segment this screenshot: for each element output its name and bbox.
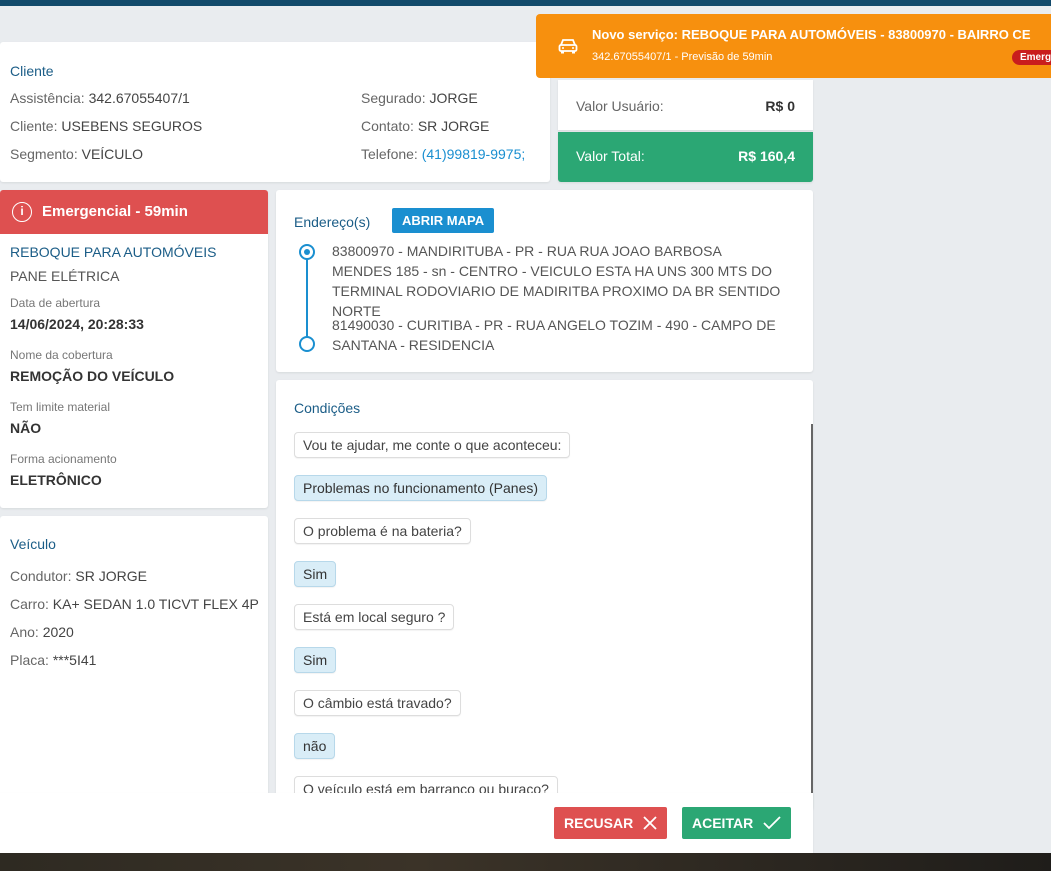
emergency-badge: Emerg xyxy=(1012,50,1051,65)
placa-row: Placa: ***5I41 xyxy=(10,652,97,668)
assistencia-value: 342.67055407/1 xyxy=(88,90,190,106)
ano-value: 2020 xyxy=(42,624,74,640)
top-bar xyxy=(0,0,1051,6)
reject-label: RECUSAR xyxy=(564,815,634,831)
service-panel: i Emergencial - 59min REBOQUE PARA AUTOM… xyxy=(0,190,268,508)
segmento-value: VEÍCULO xyxy=(81,146,144,162)
destination-address: 81490030 - CURITIBA - PR - RUA ANGELO TO… xyxy=(332,317,776,353)
answer-item: Sim xyxy=(294,561,337,587)
segurado-value: JORGE xyxy=(429,90,478,106)
question-item: O câmbio está travado? xyxy=(294,690,461,716)
cobertura-label: Nome da cobertura xyxy=(10,348,113,362)
contato-row: Contato: SR JORGE xyxy=(361,118,490,134)
info-icon: i xyxy=(12,202,32,222)
valor-usuario-value: R$ 0 xyxy=(765,98,795,114)
route-line xyxy=(306,252,308,342)
cobertura-value: REMOÇÃO DO VEÍCULO xyxy=(10,368,175,384)
condutor-row: Condutor: SR JORGE xyxy=(10,568,147,584)
open-map-button[interactable]: ABRIR MAPA xyxy=(392,208,495,233)
data-abertura-value: 14/06/2024, 20:28:33 xyxy=(10,316,144,332)
veiculo-title: Veículo xyxy=(10,536,56,552)
cliente-value: USEBENS SEGUROS xyxy=(61,118,203,134)
condicoes-panel[interactable]: Condições Vou te ajudar, me conte o que … xyxy=(276,380,813,810)
segmento-row: Segmento: VEÍCULO xyxy=(10,146,144,162)
question-item: O problema é na bateria? xyxy=(294,518,471,544)
question-item: Está em local seguro ? xyxy=(294,604,455,630)
valor-usuario-label: Valor Usuário: xyxy=(576,98,664,114)
question-item: Vou te ajudar, me conte o que aconteceu: xyxy=(294,432,571,458)
check-icon xyxy=(763,816,781,830)
service-problem: PANE ELÉTRICA xyxy=(10,268,120,284)
answer-item: não xyxy=(294,733,336,759)
answer-item: Sim xyxy=(294,647,337,673)
scrollbar[interactable] xyxy=(811,424,813,796)
telefone-link[interactable]: (41)99819-9975; xyxy=(422,146,526,162)
ano-row: Ano: 2020 xyxy=(10,624,74,640)
valor-total-label: Valor Total: xyxy=(576,148,645,164)
reject-button[interactable]: RECUSAR xyxy=(554,807,668,839)
condutor-value: SR JORGE xyxy=(75,568,147,584)
endereco-title: Endereço(s) xyxy=(294,214,371,230)
new-service-toast[interactable]: Novo serviço: REBOQUE PARA AUTOMÓVEIS - … xyxy=(536,14,1051,78)
valor-total-box: Valor Total: R$ 160,4 xyxy=(558,132,813,182)
carro-value: KA+ SEDAN 1.0 TICVT FLEX 4P xyxy=(52,596,259,612)
cliente-row: Cliente: USEBENS SEGUROS xyxy=(10,118,203,134)
contato-value: SR JORGE xyxy=(417,118,490,134)
toast-subtitle: 342.67055407/1 - Previsão de 59min xyxy=(592,51,773,63)
background-strip xyxy=(0,853,1051,871)
action-footer: RECUSAR ACEITAR xyxy=(0,793,813,853)
toast-title: Novo serviço: REBOQUE PARA AUTOMÓVEIS - … xyxy=(592,27,1031,42)
limite-value: NÃO xyxy=(10,420,42,436)
service-name: REBOQUE PARA AUTOMÓVEIS xyxy=(10,244,217,260)
destination-marker-icon xyxy=(299,336,315,352)
cliente-panel: Cliente Assistência: 342.67055407/1 Clie… xyxy=(0,42,550,182)
condicoes-title: Condições xyxy=(294,400,361,416)
telefone-row: Telefone: (41)99819-9975; xyxy=(361,146,526,162)
data-abertura-label: Data de abertura xyxy=(10,296,101,310)
valor-usuario-box: Valor Usuário: R$ 0 xyxy=(558,80,813,130)
carro-row: Carro: KA+ SEDAN 1.0 TICVT FLEX 4P xyxy=(10,596,259,612)
forma-label: Forma acionamento xyxy=(10,452,117,466)
limite-label: Tem limite material xyxy=(10,400,111,414)
service-header: i Emergencial - 59min xyxy=(0,190,268,234)
cliente-title: Cliente xyxy=(10,63,54,79)
placa-value: ***5I41 xyxy=(52,652,97,668)
close-icon xyxy=(643,816,657,830)
origin-address: 83800970 - MANDIRITUBA - PR - RUA RUA JO… xyxy=(332,243,781,319)
answer-item: Problemas no funcionamento (Panes) xyxy=(294,475,548,501)
assistencia-row: Assistência: 342.67055407/1 xyxy=(10,90,190,106)
valor-total-value: R$ 160,4 xyxy=(738,148,795,164)
endereco-panel: Endereço(s) ABRIR MAPA 83800970 - MANDIR… xyxy=(276,190,813,372)
forma-value: ELETRÔNICO xyxy=(10,472,102,488)
car-icon xyxy=(558,38,578,57)
accept-label: ACEITAR xyxy=(692,815,754,831)
origin-marker-icon xyxy=(299,244,315,260)
veiculo-panel: Veículo Condutor: SR JORGE Carro: KA+ SE… xyxy=(0,516,268,806)
accept-button[interactable]: ACEITAR xyxy=(682,807,792,839)
segurado-row: Segurado: JORGE xyxy=(361,90,478,106)
service-urgency: Emergencial - 59min xyxy=(42,203,188,220)
